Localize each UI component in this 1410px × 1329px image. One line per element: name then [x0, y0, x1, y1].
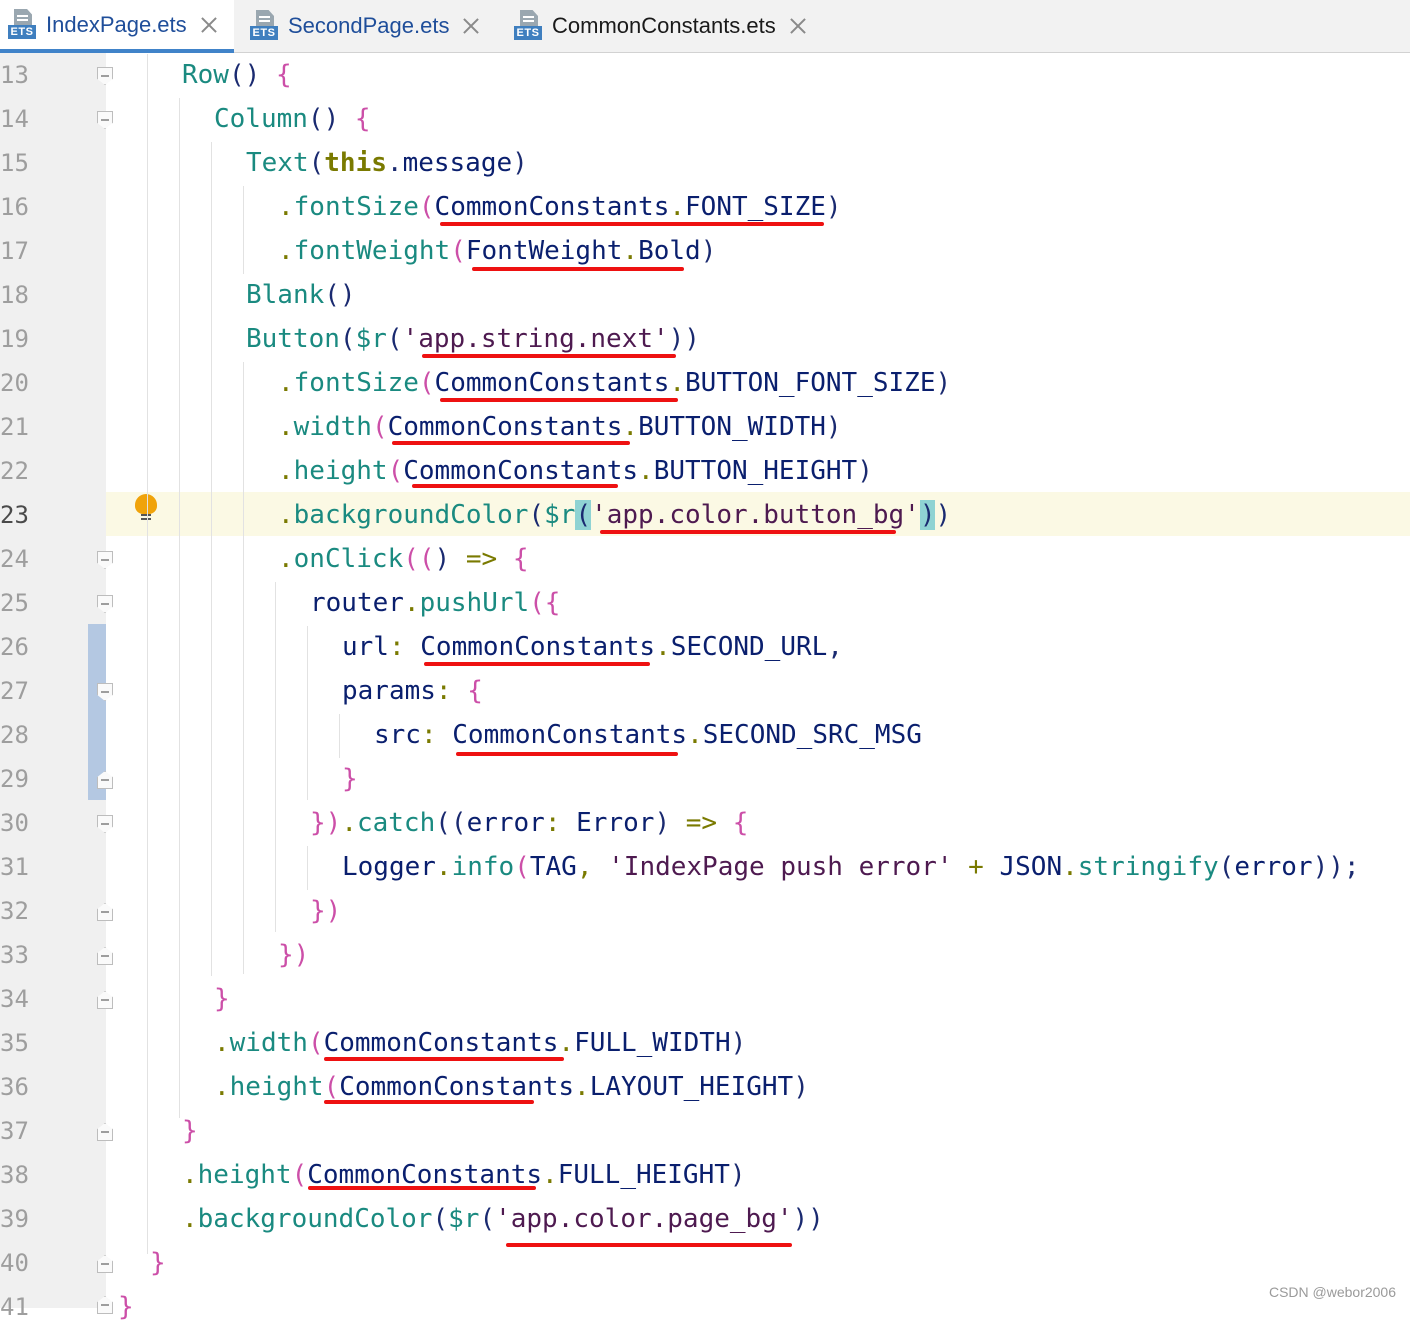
annotation-underline	[324, 1100, 534, 1104]
indent-guide	[307, 626, 308, 800]
indent-guide	[307, 846, 308, 890]
line-number: 39	[0, 1205, 29, 1233]
line-number: 34	[0, 985, 29, 1013]
indent-guide	[211, 142, 212, 976]
annotation-underline	[472, 267, 684, 271]
annotation-underline	[440, 222, 824, 226]
line-number: 32	[0, 897, 29, 925]
annotation-underline	[392, 441, 630, 445]
line-number: 14	[0, 105, 29, 133]
code-line-40[interactable]: }	[150, 1241, 166, 1285]
close-icon[interactable]	[790, 18, 806, 34]
line-number: 24	[0, 545, 29, 573]
tab-label: SecondPage.ets	[288, 13, 450, 38]
line-number: 26	[0, 633, 29, 661]
line-number: 40	[0, 1249, 29, 1277]
code-line-41[interactable]: }	[118, 1285, 134, 1329]
lightbulb-icon[interactable]	[135, 494, 157, 522]
watermark: CSDN @webor2006	[1268, 1284, 1396, 1300]
indent-guide	[243, 186, 244, 274]
tab-label: IndexPage.ets	[46, 11, 187, 37]
annotation-underline	[600, 530, 896, 534]
ets-file-icon: ETS	[514, 10, 542, 42]
matched-bracket: )	[919, 500, 936, 530]
annotation-underline	[424, 662, 650, 666]
annotation-underline	[308, 1186, 536, 1190]
indent-guide	[147, 54, 148, 1254]
line-number: 23	[0, 501, 29, 529]
line-number: 16	[0, 193, 29, 221]
code-line-30[interactable]: }).catch((error: Error) => {	[310, 801, 748, 845]
line-number: 21	[0, 413, 29, 441]
indent-guide	[275, 582, 276, 932]
code-line-27[interactable]: params: {	[342, 669, 483, 713]
code-line-25[interactable]: router.pushUrl({	[310, 581, 560, 625]
tab-label: CommonConstants.ets	[552, 13, 776, 38]
code-line-24[interactable]: .onClick(() => {	[278, 537, 528, 581]
line-number: 29	[0, 765, 29, 793]
tab-commonconstants[interactable]: ETS CommonConstants.ets	[506, 0, 826, 52]
line-number: 22	[0, 457, 29, 485]
annotation-underline	[422, 354, 676, 358]
tab-secondpage[interactable]: ETS SecondPage.ets	[242, 0, 502, 52]
annotation-underline	[506, 1243, 792, 1247]
indent-guide	[243, 362, 244, 974]
matched-bracket: (	[575, 500, 592, 530]
line-number: 13	[0, 61, 29, 89]
code-line-18[interactable]: Blank()	[246, 273, 356, 317]
tab-indexpage[interactable]: ETS IndexPage.ets	[0, 0, 234, 53]
code-line-29[interactable]: }	[342, 757, 358, 801]
annotation-underline	[324, 1057, 564, 1061]
line-number: 31	[0, 853, 29, 881]
editor-tab-bar: ETS IndexPage.ets ETS SecondPage.ets ETS…	[0, 0, 1410, 53]
annotation-underline	[456, 752, 678, 756]
line-number: 18	[0, 281, 29, 309]
code-line-39[interactable]: .backgroundColor($r('app.color.page_bg')…	[182, 1197, 824, 1241]
ets-file-icon: ETS	[8, 8, 36, 41]
code-line-28[interactable]: src: CommonConstants.SECOND_SRC_MSG	[374, 713, 922, 757]
line-number: 33	[0, 941, 29, 969]
line-number: 35	[0, 1029, 29, 1057]
line-number: 19	[0, 325, 29, 353]
line-number: 17	[0, 237, 29, 265]
line-number: 37	[0, 1117, 29, 1145]
line-number: 25	[0, 589, 29, 617]
annotation-underline	[412, 484, 618, 488]
line-number: 28	[0, 721, 29, 749]
line-number: 27	[0, 677, 29, 705]
line-number: 41	[0, 1293, 29, 1321]
code-line-31[interactable]: Logger.info(TAG, 'IndexPage push error' …	[342, 845, 1360, 889]
indent-guide	[339, 714, 340, 758]
line-number: 20	[0, 369, 29, 397]
line-number: 15	[0, 149, 29, 177]
line-number: 38	[0, 1161, 29, 1189]
code-line-34[interactable]: }	[214, 977, 230, 1021]
line-number: 36	[0, 1073, 29, 1101]
close-icon[interactable]	[201, 17, 217, 33]
indent-guide	[179, 98, 180, 1118]
code-line-14[interactable]: Column() {	[214, 97, 371, 141]
code-line-15[interactable]: Text(this.message)	[246, 141, 528, 185]
code-line-32[interactable]: })	[310, 889, 341, 933]
close-icon[interactable]	[463, 18, 479, 34]
annotation-underline	[440, 398, 678, 402]
code-line-13[interactable]: Row() {	[182, 53, 292, 97]
code-line-37[interactable]: }	[182, 1109, 198, 1153]
code-line-38[interactable]: .height(CommonConstants.FULL_HEIGHT)	[182, 1153, 746, 1197]
code-line-33[interactable]: })	[278, 933, 309, 977]
line-number: 30	[0, 809, 29, 837]
ets-file-icon: ETS	[250, 10, 278, 42]
